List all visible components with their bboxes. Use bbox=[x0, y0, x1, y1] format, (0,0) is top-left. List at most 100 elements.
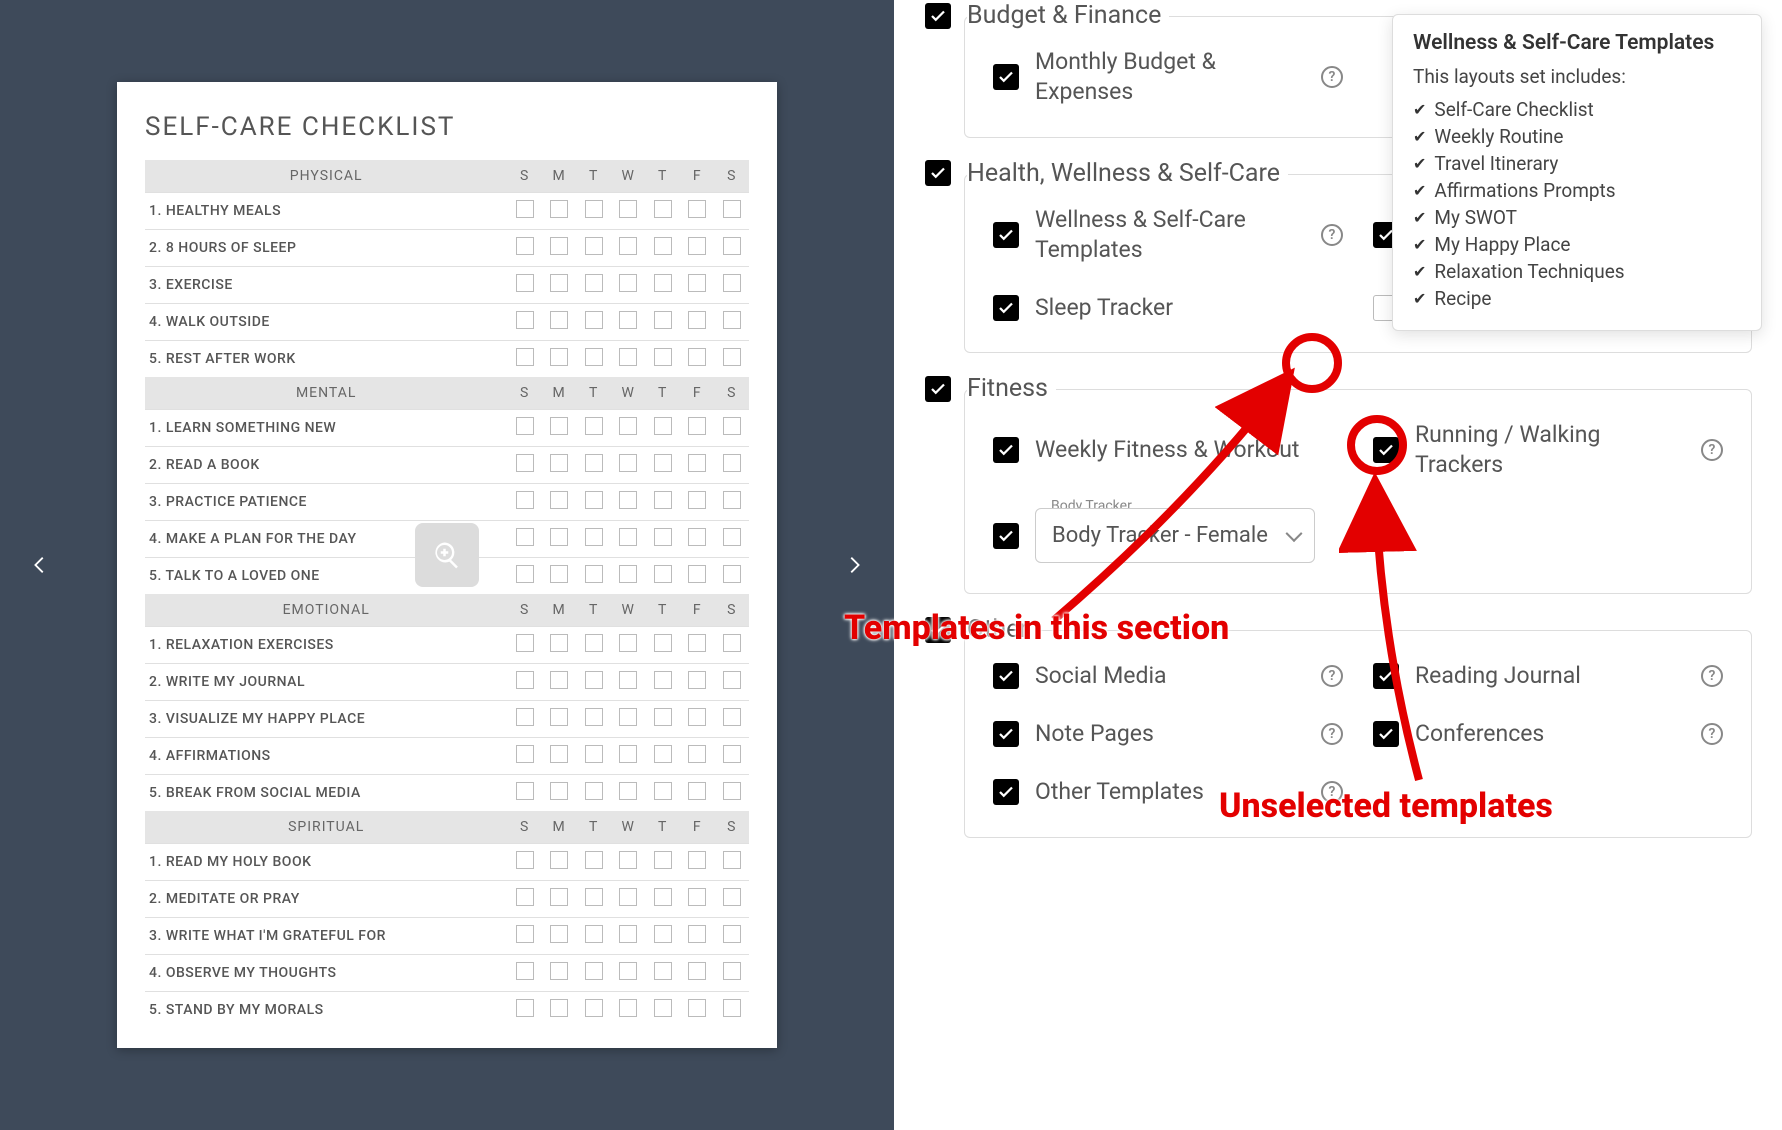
day-checkbox[interactable] bbox=[723, 200, 741, 218]
day-checkbox[interactable] bbox=[723, 528, 741, 546]
day-checkbox[interactable] bbox=[550, 528, 568, 546]
day-checkbox[interactable] bbox=[516, 528, 534, 546]
day-checkbox[interactable] bbox=[688, 491, 706, 509]
help-icon[interactable] bbox=[1701, 439, 1723, 461]
help-icon[interactable] bbox=[1321, 781, 1343, 803]
day-checkbox[interactable] bbox=[550, 999, 568, 1017]
day-checkbox[interactable] bbox=[516, 851, 534, 869]
day-checkbox[interactable] bbox=[654, 311, 672, 329]
day-checkbox[interactable] bbox=[585, 417, 603, 435]
day-checkbox[interactable] bbox=[516, 454, 534, 472]
day-checkbox[interactable] bbox=[688, 311, 706, 329]
help-icon[interactable] bbox=[1321, 723, 1343, 745]
day-checkbox[interactable] bbox=[516, 782, 534, 800]
day-checkbox[interactable] bbox=[550, 274, 568, 292]
day-checkbox[interactable] bbox=[654, 962, 672, 980]
day-checkbox[interactable] bbox=[688, 999, 706, 1017]
day-checkbox[interactable] bbox=[654, 528, 672, 546]
day-checkbox[interactable] bbox=[585, 200, 603, 218]
day-checkbox[interactable] bbox=[516, 925, 534, 943]
day-checkbox[interactable] bbox=[550, 745, 568, 763]
day-checkbox[interactable] bbox=[723, 274, 741, 292]
day-checkbox[interactable] bbox=[516, 671, 534, 689]
day-checkbox[interactable] bbox=[585, 274, 603, 292]
option-checkbox[interactable] bbox=[1373, 437, 1399, 463]
day-checkbox[interactable] bbox=[688, 671, 706, 689]
day-checkbox[interactable] bbox=[619, 745, 637, 763]
day-checkbox[interactable] bbox=[688, 745, 706, 763]
day-checkbox[interactable] bbox=[619, 311, 637, 329]
day-checkbox[interactable] bbox=[723, 454, 741, 472]
select-dropdown[interactable]: Body Tracker - Female bbox=[1035, 508, 1315, 563]
day-checkbox[interactable] bbox=[654, 745, 672, 763]
day-checkbox[interactable] bbox=[688, 851, 706, 869]
day-checkbox[interactable] bbox=[516, 274, 534, 292]
day-checkbox[interactable] bbox=[619, 200, 637, 218]
day-checkbox[interactable] bbox=[550, 671, 568, 689]
day-checkbox[interactable] bbox=[516, 417, 534, 435]
option-checkbox[interactable] bbox=[993, 721, 1019, 747]
option-checkbox[interactable] bbox=[993, 222, 1019, 248]
day-checkbox[interactable] bbox=[723, 634, 741, 652]
day-checkbox[interactable] bbox=[723, 671, 741, 689]
day-checkbox[interactable] bbox=[550, 782, 568, 800]
day-checkbox[interactable] bbox=[619, 348, 637, 366]
day-checkbox[interactable] bbox=[516, 311, 534, 329]
help-icon[interactable] bbox=[1321, 224, 1343, 246]
day-checkbox[interactable] bbox=[654, 671, 672, 689]
day-checkbox[interactable] bbox=[688, 634, 706, 652]
day-checkbox[interactable] bbox=[688, 528, 706, 546]
day-checkbox[interactable] bbox=[516, 745, 534, 763]
group-checkbox[interactable] bbox=[925, 3, 951, 29]
day-checkbox[interactable] bbox=[550, 454, 568, 472]
day-checkbox[interactable] bbox=[654, 634, 672, 652]
day-checkbox[interactable] bbox=[550, 851, 568, 869]
day-checkbox[interactable] bbox=[723, 782, 741, 800]
day-checkbox[interactable] bbox=[654, 274, 672, 292]
day-checkbox[interactable] bbox=[585, 708, 603, 726]
group-checkbox[interactable] bbox=[925, 376, 951, 402]
day-checkbox[interactable] bbox=[516, 491, 534, 509]
day-checkbox[interactable] bbox=[550, 237, 568, 255]
day-checkbox[interactable] bbox=[619, 274, 637, 292]
day-checkbox[interactable] bbox=[550, 311, 568, 329]
day-checkbox[interactable] bbox=[654, 491, 672, 509]
day-checkbox[interactable] bbox=[550, 348, 568, 366]
day-checkbox[interactable] bbox=[516, 237, 534, 255]
day-checkbox[interactable] bbox=[585, 851, 603, 869]
day-checkbox[interactable] bbox=[723, 888, 741, 906]
group-checkbox[interactable] bbox=[925, 617, 951, 643]
day-checkbox[interactable] bbox=[516, 634, 534, 652]
day-checkbox[interactable] bbox=[516, 999, 534, 1017]
day-checkbox[interactable] bbox=[723, 348, 741, 366]
carousel-next-button[interactable] bbox=[834, 545, 874, 585]
zoom-icon[interactable] bbox=[415, 523, 479, 587]
day-checkbox[interactable] bbox=[585, 888, 603, 906]
option-checkbox[interactable] bbox=[993, 663, 1019, 689]
day-checkbox[interactable] bbox=[654, 999, 672, 1017]
day-checkbox[interactable] bbox=[516, 200, 534, 218]
option-checkbox[interactable] bbox=[1373, 721, 1399, 747]
day-checkbox[interactable] bbox=[723, 237, 741, 255]
day-checkbox[interactable] bbox=[550, 962, 568, 980]
day-checkbox[interactable] bbox=[723, 708, 741, 726]
day-checkbox[interactable] bbox=[654, 200, 672, 218]
option-checkbox[interactable] bbox=[1373, 663, 1399, 689]
day-checkbox[interactable] bbox=[550, 888, 568, 906]
day-checkbox[interactable] bbox=[585, 925, 603, 943]
day-checkbox[interactable] bbox=[619, 237, 637, 255]
day-checkbox[interactable] bbox=[585, 237, 603, 255]
day-checkbox[interactable] bbox=[723, 565, 741, 583]
day-checkbox[interactable] bbox=[619, 962, 637, 980]
day-checkbox[interactable] bbox=[688, 417, 706, 435]
day-checkbox[interactable] bbox=[550, 634, 568, 652]
day-checkbox[interactable] bbox=[688, 962, 706, 980]
day-checkbox[interactable] bbox=[619, 888, 637, 906]
day-checkbox[interactable] bbox=[516, 708, 534, 726]
day-checkbox[interactable] bbox=[619, 708, 637, 726]
day-checkbox[interactable] bbox=[619, 851, 637, 869]
day-checkbox[interactable] bbox=[585, 671, 603, 689]
day-checkbox[interactable] bbox=[585, 565, 603, 583]
day-checkbox[interactable] bbox=[550, 417, 568, 435]
day-checkbox[interactable] bbox=[619, 634, 637, 652]
